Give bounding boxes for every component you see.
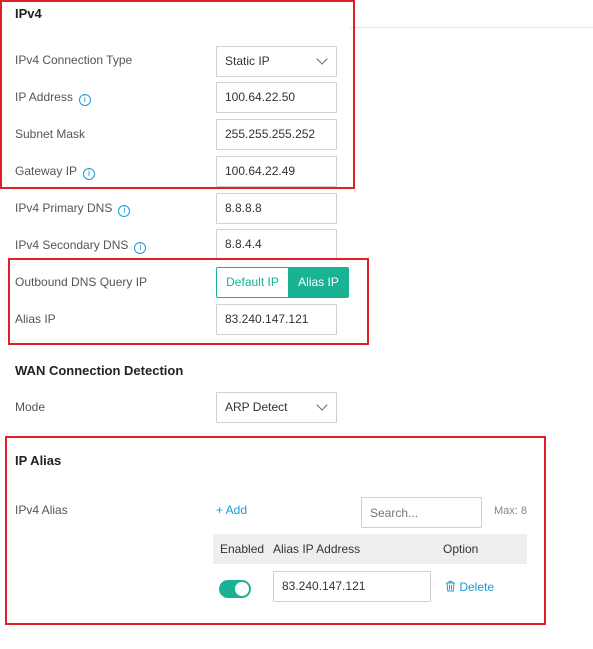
highlight-box-alias-dns: [8, 258, 369, 345]
wan-detection-title: WAN Connection Detection: [15, 363, 184, 378]
secondary-dns-field[interactable]: 8.8.4.4: [216, 229, 337, 260]
primary-dns-label: IPv4 Primary DNS i: [15, 201, 131, 217]
top-divider: [350, 27, 593, 28]
primary-dns-field[interactable]: 8.8.8.8: [216, 193, 337, 224]
secondary-dns-label: IPv4 Secondary DNS i: [15, 238, 147, 254]
highlight-box-ipv4: [0, 0, 355, 189]
mode-value: ARP Detect: [225, 400, 288, 414]
chevron-down-icon: [316, 399, 328, 411]
secondary-dns-label-text: IPv4 Secondary DNS: [15, 238, 129, 252]
highlight-box-ip-alias: [5, 436, 546, 625]
info-icon[interactable]: i: [134, 242, 147, 254]
mode-select[interactable]: ARP Detect: [216, 392, 337, 423]
primary-dns-label-text: IPv4 Primary DNS: [15, 201, 113, 215]
mode-label: Mode: [15, 400, 46, 414]
info-icon[interactable]: i: [118, 205, 131, 217]
